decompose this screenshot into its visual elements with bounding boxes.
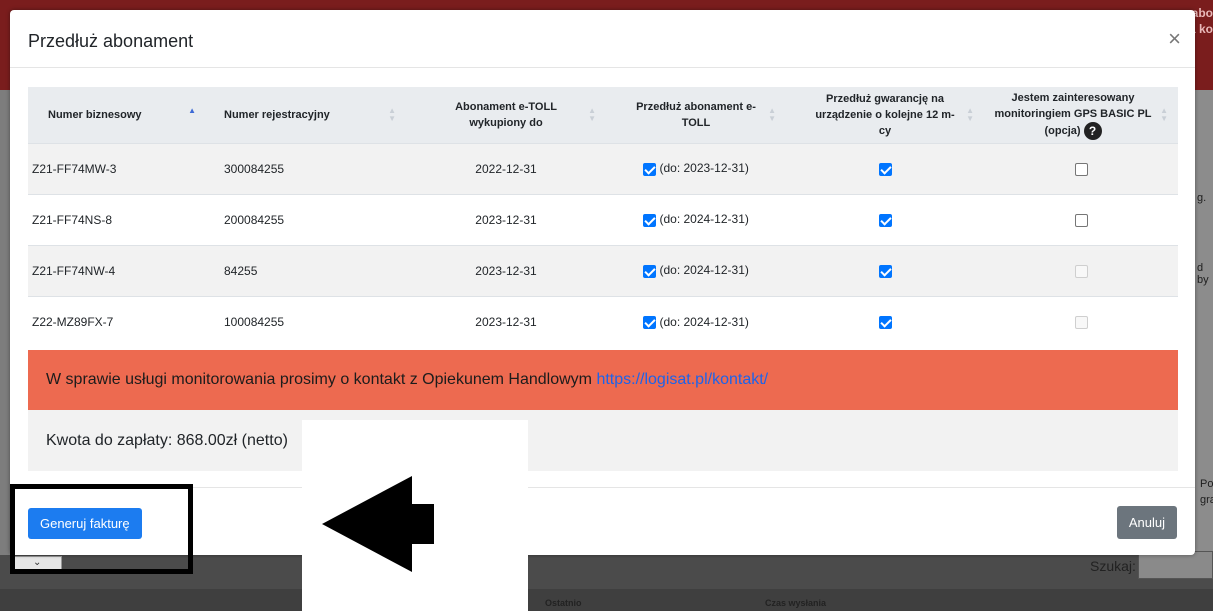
gps-cell: [984, 244, 1178, 296]
extend-toll-label: (do: 2024-12-31): [659, 314, 749, 329]
gps-checkbox-disabled: [1074, 315, 1088, 329]
column-header-business-number[interactable]: Numer biznesowy ▲: [28, 87, 206, 143]
gps-checkbox[interactable]: [1074, 213, 1088, 227]
background-text: g.: [1197, 192, 1207, 204]
background-text: d by: [1197, 262, 1209, 286]
business-number-cell: Z21-FF74MW-3: [28, 142, 206, 194]
annotation-highlight-frame: [10, 484, 193, 574]
gps-checkbox-disabled: [1074, 264, 1088, 278]
gps-cell: [984, 193, 1178, 245]
warranty-checkbox[interactable]: [878, 264, 892, 278]
business-number-cell: Z21-FF74NW-4: [28, 244, 206, 296]
sort-icon: ▲ ▼: [768, 106, 776, 123]
warranty-checkbox[interactable]: [878, 213, 892, 227]
warranty-cell: [786, 295, 984, 347]
extend-toll-cell: (do: 2023-12-31): [606, 142, 786, 194]
registration-cell: 84255: [206, 244, 406, 296]
help-icon[interactable]: ?: [1083, 121, 1102, 140]
modal-title: Przedłuż abonament: [28, 31, 194, 51]
search-label: Szukaj:: [1090, 558, 1136, 574]
column-header: Ostatnio: [545, 598, 582, 608]
cancel-button[interactable]: Anuluj: [1116, 506, 1177, 539]
registration-cell: 300084255: [206, 142, 406, 194]
column-header-toll-until[interactable]: Abonament e-TOLL wykupiony do ▲ ▼: [406, 87, 606, 143]
gps-cell: [984, 142, 1178, 194]
extend-toll-cell: (do: 2024-12-31): [606, 295, 786, 347]
contact-link[interactable]: https://logisat.pl/kontakt/: [596, 371, 768, 388]
extend-toll-cell: (do: 2024-12-31): [606, 244, 786, 296]
modal-header: Przedłuż abonament ×: [10, 10, 1195, 68]
toll-until-cell: 2023-12-31: [406, 244, 606, 296]
background-text: gra: [1200, 494, 1213, 506]
toll-until-cell: 2022-12-31: [406, 142, 606, 194]
column-header-gps-monitoring[interactable]: Jestem zainteresowany monitoringiem GPS …: [984, 87, 1178, 143]
table-row: Z21-FF74MW-3 300084255 2022-12-31 (do: 2…: [28, 142, 1178, 194]
column-header: Czas wysłania: [765, 598, 827, 608]
table-row: Z21-FF74NW-4 84255 2023-12-31 (do: 2024-…: [28, 244, 1178, 296]
toll-until-cell: 2023-12-31: [406, 295, 606, 347]
warranty-checkbox[interactable]: [878, 315, 892, 329]
business-number-cell: Z22-MZ89FX-7: [28, 295, 206, 347]
monitoring-alert: W sprawie usługi monitorowania prosimy o…: [28, 350, 1178, 410]
extend-toll-label: (do: 2023-12-31): [659, 161, 749, 176]
close-icon[interactable]: ×: [1168, 28, 1181, 50]
warranty-cell: [786, 193, 984, 245]
toll-until-cell: 2023-12-31: [406, 193, 606, 245]
sort-icon: ▲ ▼: [588, 106, 596, 123]
background-table-header: [0, 589, 1213, 611]
gps-cell: [984, 295, 1178, 347]
sort-icon: ▲ ▼: [966, 106, 974, 123]
extend-toll-label: (do: 2024-12-31): [659, 212, 749, 227]
extend-toll-cell: (do: 2024-12-31): [606, 193, 786, 245]
background-text: Poj: [1200, 478, 1213, 490]
alert-text: W sprawie usługi monitorowania prosimy o…: [46, 371, 592, 388]
table-row: Z21-FF74NS-8 200084255 2023-12-31 (do: 2…: [28, 193, 1178, 245]
column-header-registration[interactable]: Numer rejestracyjny ▲ ▼: [206, 87, 406, 143]
gps-checkbox[interactable]: [1074, 162, 1088, 176]
business-number-cell: Z21-FF74NS-8: [28, 193, 206, 245]
amount-due: Kwota do zapłaty: 868.00zł (netto): [28, 410, 1178, 471]
registration-cell: 200084255: [206, 193, 406, 245]
subscription-table: Numer biznesowy ▲ Numer rejestracyjny ▲ ▼ A…: [28, 87, 1178, 347]
warranty-cell: [786, 142, 984, 194]
annotation-arrow-left-icon: [322, 476, 434, 572]
extend-toll-label: (do: 2024-12-31): [659, 263, 749, 278]
column-header-extend-toll[interactable]: Przedłuż abonament e-TOLL ▲ ▼: [606, 87, 786, 143]
search-input[interactable]: [1138, 551, 1213, 579]
extend-toll-checkbox[interactable]: [643, 315, 657, 329]
extend-toll-checkbox[interactable]: [643, 264, 657, 278]
warranty-checkbox[interactable]: [878, 162, 892, 176]
extend-toll-checkbox[interactable]: [643, 162, 657, 176]
sort-icon: ▲ ▼: [388, 106, 396, 123]
sort-asc-icon: ▲: [188, 106, 196, 115]
sort-icon: ▲ ▼: [1160, 106, 1168, 123]
extend-subscription-modal: Przedłuż abonament × Numer biznesowy ▲ Nu…: [10, 10, 1195, 555]
extend-toll-checkbox[interactable]: [643, 213, 657, 227]
warranty-cell: [786, 244, 984, 296]
column-header-extend-warranty[interactable]: Przedłuż gwarancję na urządzenie o kolej…: [786, 87, 984, 143]
table-row: Z22-MZ89FX-7 100084255 2023-12-31 (do: 2…: [28, 295, 1178, 347]
registration-cell: 100084255: [206, 295, 406, 347]
